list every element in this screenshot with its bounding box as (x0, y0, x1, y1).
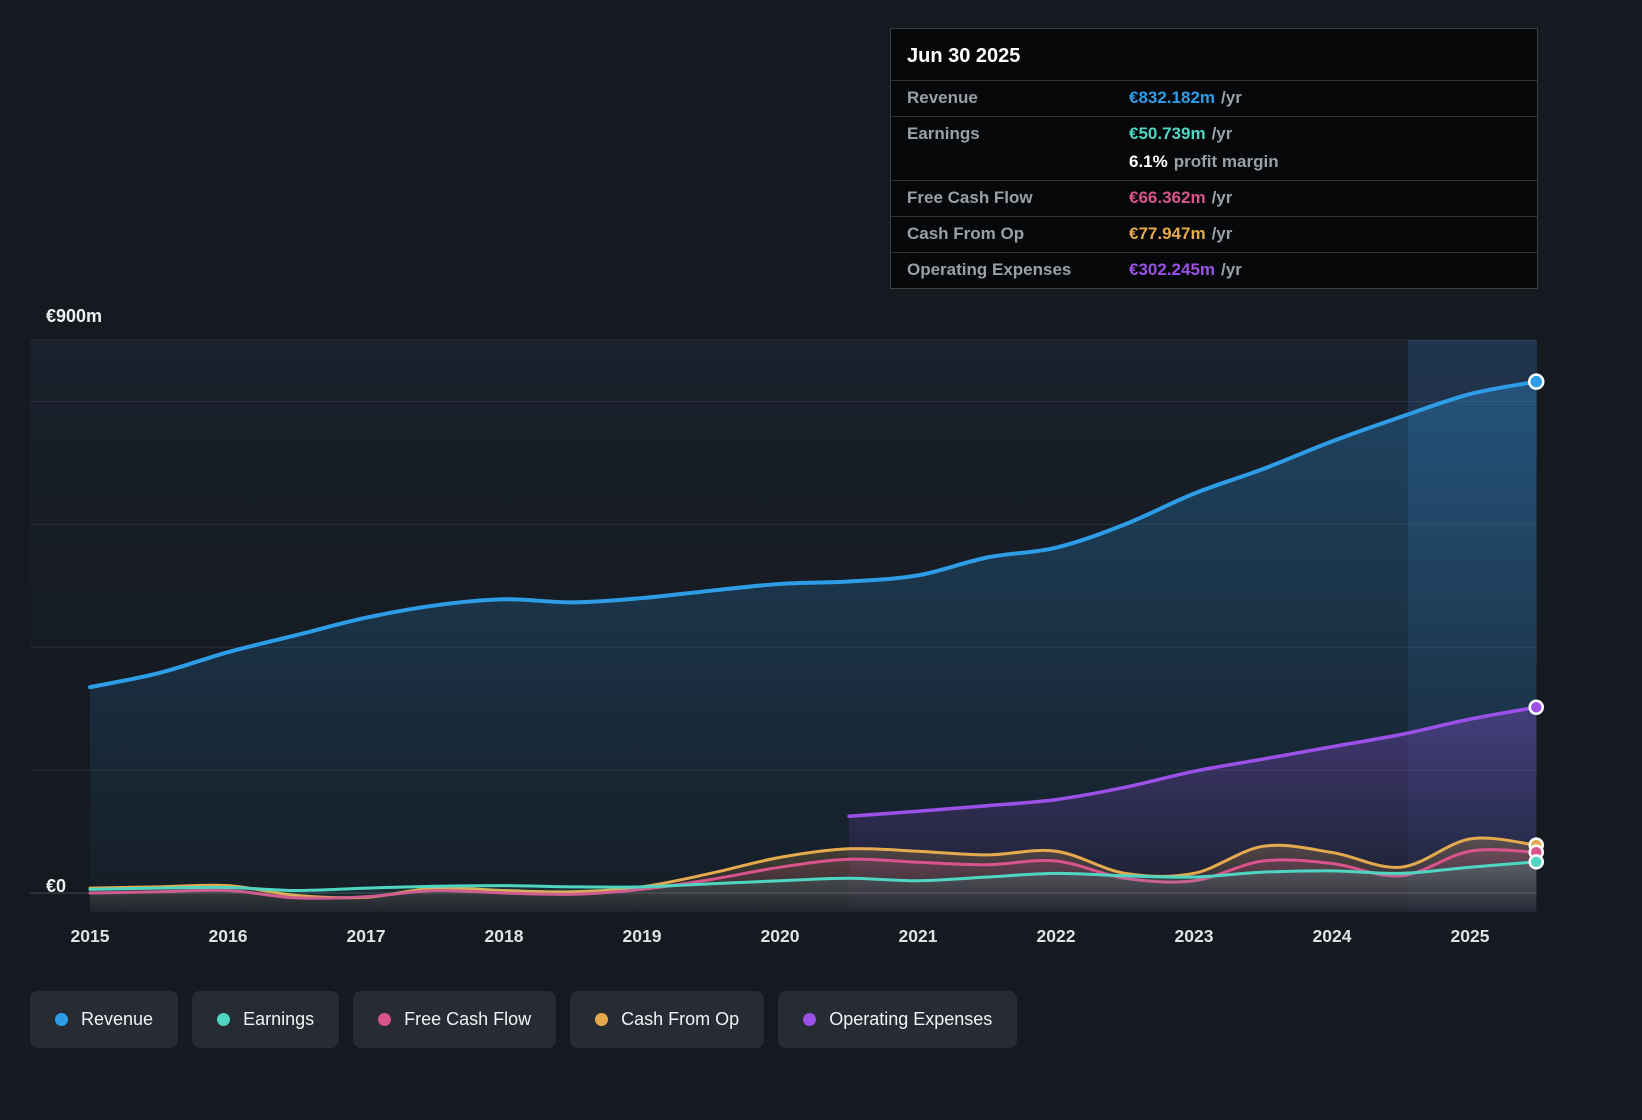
y-axis-label-max: €900m (46, 306, 103, 326)
legend-item-revenue[interactable]: Revenue (30, 991, 179, 1048)
tooltip-row-value: €50.739m (1129, 124, 1206, 143)
x-tick-label-2025: 2025 (1450, 926, 1490, 946)
tooltip-row: Cash From Op €77.947m/yr (891, 216, 1537, 252)
x-tick-label-2022: 2022 (1036, 926, 1076, 946)
tooltip-row: Earnings €50.739m/yr (891, 116, 1537, 152)
tooltip-row-suffix: /yr (1221, 88, 1242, 107)
legend-item-label: Operating Expenses (829, 1009, 993, 1029)
tooltip-date: Jun 30 2025 (907, 45, 1021, 67)
revenue-end-marker[interactable] (1527, 373, 1545, 390)
tooltip-row-label: Earnings (907, 124, 980, 143)
tooltip-row-value: €66.362m (1129, 188, 1206, 207)
x-axis-labels: 2015 2016 2017 2018 2019 2020 2021 2022 2023 2024… (0, 926, 1642, 956)
x-tick-label-2018: 2018 (484, 926, 524, 946)
legend-item-label: Cash From Op (621, 1009, 740, 1029)
tooltip-rows: Revenue €832.182m/yr Earnings €50.739m/yr 6.… (891, 80, 1537, 288)
earnings-legend-dot-icon (217, 1013, 231, 1026)
tooltip-row: Free Cash Flow €66.362m/yr (891, 180, 1537, 216)
tooltip-row-label: Operating Expenses (907, 260, 1072, 279)
legend-item-fcf[interactable]: Free Cash Flow (353, 991, 557, 1048)
x-tick-label-2019: 2019 (622, 926, 662, 946)
chart-legend: Revenue Earnings Free Cash Flow Cash From O… (30, 991, 1018, 1048)
x-tick-label-2021: 2021 (898, 926, 938, 946)
tooltip-row: 6.1% profit margin (891, 152, 1537, 180)
tooltip-row-suffix: /yr (1211, 124, 1233, 143)
tooltip-row: Operating Expenses €302.245m/yr (891, 252, 1537, 288)
tooltip-row: Revenue €832.182m/yr (891, 80, 1537, 116)
x-tick-label-2023: 2023 (1174, 926, 1214, 946)
tooltip-row-value: 6.1% (1129, 152, 1168, 171)
tooltip-row-label: Free Cash Flow (907, 188, 1033, 207)
legend-item-label: Free Cash Flow (404, 1009, 532, 1029)
tooltip-row-label: Cash From Op (907, 224, 1025, 243)
fcf-legend-dot-icon (378, 1013, 392, 1026)
x-tick-label-2016: 2016 (208, 926, 248, 946)
tooltip-row-suffix: /yr (1211, 188, 1233, 207)
x-tick-label-2017: 2017 (346, 926, 386, 946)
legend-item-opex[interactable]: Operating Expenses (778, 991, 1018, 1048)
legend-item-label: Revenue (81, 1009, 154, 1029)
legend-item-earnings[interactable]: Earnings (192, 991, 340, 1048)
x-tick-label-2020: 2020 (760, 926, 800, 946)
tooltip-row-suffix: /yr (1221, 260, 1242, 279)
legend-item-label: Earnings (243, 1009, 315, 1029)
tooltip-row-suffix: profit margin (1173, 152, 1279, 171)
tooltip-row-value: €77.947m (1129, 224, 1206, 243)
revenue-legend-dot-icon (55, 1013, 68, 1026)
x-tick-label-2024: 2024 (1312, 926, 1352, 946)
tooltip-row-value: €832.182m (1129, 88, 1216, 107)
chart-page: €900m €0 2015 2016 2017 2018 2019 2020 2021 202… (0, 0, 1642, 1120)
tooltip-row-label: Revenue (907, 88, 978, 107)
opex-end-marker[interactable] (1528, 699, 1544, 716)
y-axis-label-zero: €0 (46, 876, 67, 896)
tooltip-row-value: €302.245m (1129, 260, 1216, 279)
legend-item-cashop[interactable]: Cash From Op (570, 991, 765, 1048)
chart-tooltip: Jun 30 2025 Revenue €832.182m/yr Earnings €… (890, 28, 1538, 289)
x-tick-label-2015: 2015 (70, 926, 110, 946)
cashop-legend-dot-icon (595, 1013, 609, 1026)
earnings-end-marker[interactable] (1528, 854, 1544, 870)
tooltip-row-suffix: /yr (1211, 224, 1233, 243)
opex-legend-dot-icon (803, 1013, 817, 1026)
